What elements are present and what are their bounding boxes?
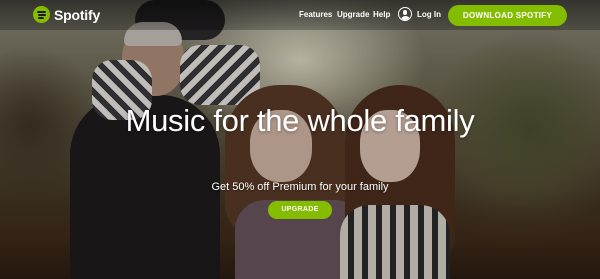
brand-name: Spotify bbox=[54, 6, 101, 23]
hero-headline: Music for the whole family bbox=[125, 103, 475, 138]
spotify-logo[interactable]: Spotify bbox=[33, 6, 100, 23]
hero-subheadline: Get 50% off Premium for your family bbox=[211, 181, 389, 193]
photo-overlay bbox=[0, 0, 600, 279]
spotify-logo-icon bbox=[33, 6, 50, 23]
hero-background-photo bbox=[0, 0, 600, 279]
top-navbar: Spotify Features Upgrade Help Log In DOW… bbox=[0, 0, 600, 30]
nav-link-upgrade[interactable]: Upgrade bbox=[337, 10, 369, 19]
user-icon[interactable] bbox=[398, 7, 412, 21]
upgrade-button[interactable]: UPGRADE bbox=[268, 201, 332, 219]
login-link[interactable]: Log In bbox=[417, 10, 441, 19]
nav-link-features[interactable]: Features bbox=[299, 10, 332, 19]
nav-link-help[interactable]: Help bbox=[373, 10, 390, 19]
download-spotify-button[interactable]: DOWNLOAD SPOTIFY bbox=[448, 5, 567, 26]
